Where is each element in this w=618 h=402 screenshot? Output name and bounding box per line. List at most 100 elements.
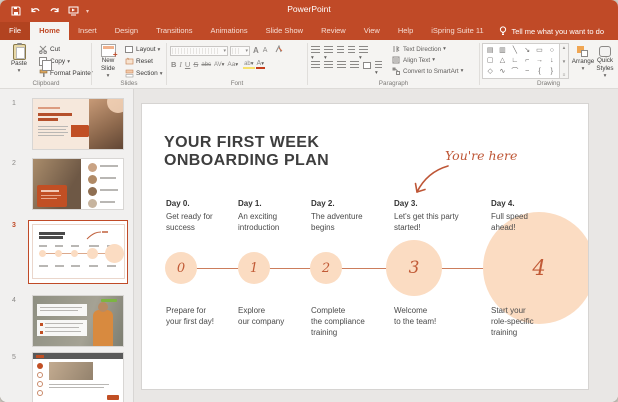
tab-insert[interactable]: Insert [69,22,106,40]
slide-thumbnail-image[interactable] [32,295,124,347]
increase-indent-button[interactable] [348,46,355,54]
day-3-header[interactable]: Day 3.Let's get this party started! [394,199,489,233]
slide-thumbnail-4[interactable]: 4 [0,295,134,347]
slide-thumbnail-image[interactable] [32,158,124,210]
shape-triangle-icon[interactable]: △ [500,57,505,64]
shapes-gallery-scrollbar[interactable]: ▲ ▼ ≡ [560,43,569,79]
columns-button[interactable] [363,62,371,69]
scroll-down-icon[interactable]: ▼ [562,59,566,64]
align-left-button[interactable] [311,61,320,69]
youre-here-arrow[interactable] [400,156,456,202]
shape-curve-icon[interactable]: ∿ [500,68,506,75]
numbering-button[interactable] [324,46,333,54]
strikethrough-button[interactable]: abc [200,62,212,68]
font-color-button[interactable]: A [256,60,265,69]
selected-slide-border[interactable] [28,220,128,284]
shape-arrow-icon[interactable]: ↘ [524,47,530,54]
tab-design[interactable]: Design [106,22,147,40]
timeline-circle-1[interactable]: 1 [238,252,270,284]
layout-button[interactable]: Layout [124,44,162,55]
align-right-button[interactable] [337,61,346,69]
tab-transitions[interactable]: Transitions [147,22,201,40]
bold-button[interactable]: B [170,60,177,69]
tab-review[interactable]: Review [312,22,355,40]
justify-button[interactable] [350,61,359,69]
shapes-gallery[interactable]: ▤ ▥ ╲ ↘ ▭ ○ ▢ △ ∟ ⌐ → ↓ ◇ ∿ ⌒ ~ { [482,43,560,79]
quick-styles-button[interactable]: Quick Styles [593,43,617,80]
day-3-caption[interactable]: Welcome to the team! [394,306,474,328]
slide-thumbnail-5[interactable]: 5 [0,352,134,402]
day-1-caption[interactable]: Explore our company [238,306,310,328]
shrink-font-button[interactable]: A [262,47,269,54]
slide-canvas[interactable]: YOUR FIRST WEEK ONBOARDING PLAN You're h… [141,103,589,390]
timeline-circle-3[interactable]: 3 [386,240,442,296]
shape-rounded-rectangle-icon[interactable]: ▢ [487,57,494,64]
tab-ispring-suite[interactable]: iSpring Suite 11 [422,22,492,40]
copy-button[interactable]: Copy [38,56,93,67]
day-2-header[interactable]: Day 2.The adventure begins [311,199,389,233]
arrange-button[interactable]: Arrange [572,43,594,73]
shape-down-arrow-icon[interactable]: ↓ [550,57,554,64]
font-name-combobox[interactable] [170,46,228,56]
slide-title[interactable]: YOUR FIRST WEEK ONBOARDING PLAN [164,134,329,170]
slide-thumbnail-1[interactable]: 1 [0,98,134,150]
columns-more-button[interactable] [375,61,382,69]
day-0-caption[interactable]: Prepare for your first day! [166,306,236,328]
new-slide-button[interactable]: New Slide [93,41,123,80]
font-size-combobox[interactable] [230,46,250,56]
slide-thumbnail-image[interactable] [32,98,124,150]
change-case-button[interactable]: Aa [226,61,239,68]
timeline-circle-2[interactable]: 2 [310,252,342,284]
grow-font-button[interactable]: A [252,46,260,55]
shape-rectangle-icon[interactable]: ▭ [536,47,543,54]
bullets-button[interactable] [311,46,320,54]
clear-formatting-button[interactable] [273,45,284,56]
shape-freeform-icon[interactable]: ◇ [487,68,492,75]
italic-button[interactable]: I [178,60,183,69]
shape-line-icon[interactable]: ╲ [513,47,517,54]
section-button[interactable]: Section [124,68,162,79]
underline-button[interactable]: U [184,60,191,69]
shape-elbow-connector-icon[interactable]: ∟ [511,57,518,64]
reset-button[interactable]: Reset [124,56,162,67]
shape-textbox-icon[interactable]: ▤ [487,47,494,54]
tab-animations[interactable]: Animations [201,22,256,40]
align-text-button[interactable]: Align Text [391,55,463,65]
shape-elbow-arrow-icon[interactable]: ⌐ [525,57,529,64]
slide-thumbnail-3-selected[interactable]: 3 [0,220,134,286]
convert-smartart-button[interactable]: Convert to SmartArt [391,66,463,76]
slide-thumbnail-image[interactable] [32,352,124,402]
shape-vertical-textbox-icon[interactable]: ▥ [499,47,506,54]
shape-scribble-icon[interactable]: ~ [525,68,529,75]
shape-left-brace-icon[interactable]: { [538,68,540,75]
tab-slide-show[interactable]: Slide Show [257,22,313,40]
decrease-indent-button[interactable] [337,46,344,54]
timeline-circle-0[interactable]: 0 [165,252,197,284]
slide-thumbnail-2[interactable]: 2 [0,158,134,210]
highlight-color-button[interactable]: ab [243,61,254,69]
tab-home[interactable]: Home [30,22,69,40]
shape-right-arrow-icon[interactable]: → [536,57,543,64]
day-4-caption[interactable]: Start your role-specific training [491,306,569,338]
day-4-header[interactable]: Day 4.Full speed ahead! [491,199,571,233]
tab-view[interactable]: View [355,22,389,40]
day-0-header[interactable]: Day 0.Get ready for success [166,199,232,233]
tab-help[interactable]: Help [389,22,422,40]
cut-button[interactable]: Cut [38,44,93,55]
slide-thumbnail-image[interactable] [32,224,125,279]
day-2-caption[interactable]: Complete the compliance training [311,306,389,338]
line-spacing-button[interactable] [359,46,368,54]
character-spacing-button[interactable]: AV [213,62,225,68]
shadow-button[interactable]: S [192,60,199,69]
tell-me-box[interactable]: Tell me what you want to do [499,22,618,40]
scroll-up-icon[interactable]: ▲ [562,45,566,50]
text-direction-button[interactable]: Text Direction [391,44,463,54]
shape-right-brace-icon[interactable]: } [551,68,553,75]
align-center-button[interactable] [324,61,333,69]
tab-file[interactable]: File [0,22,30,40]
paste-button[interactable]: Paste [4,41,34,75]
shape-oval-icon[interactable]: ○ [550,47,554,54]
day-1-header[interactable]: Day 1.An exciting introduction [238,199,308,233]
gallery-more-icon[interactable]: ≡ [563,72,566,77]
shape-arc-icon[interactable]: ⌒ [511,68,518,75]
